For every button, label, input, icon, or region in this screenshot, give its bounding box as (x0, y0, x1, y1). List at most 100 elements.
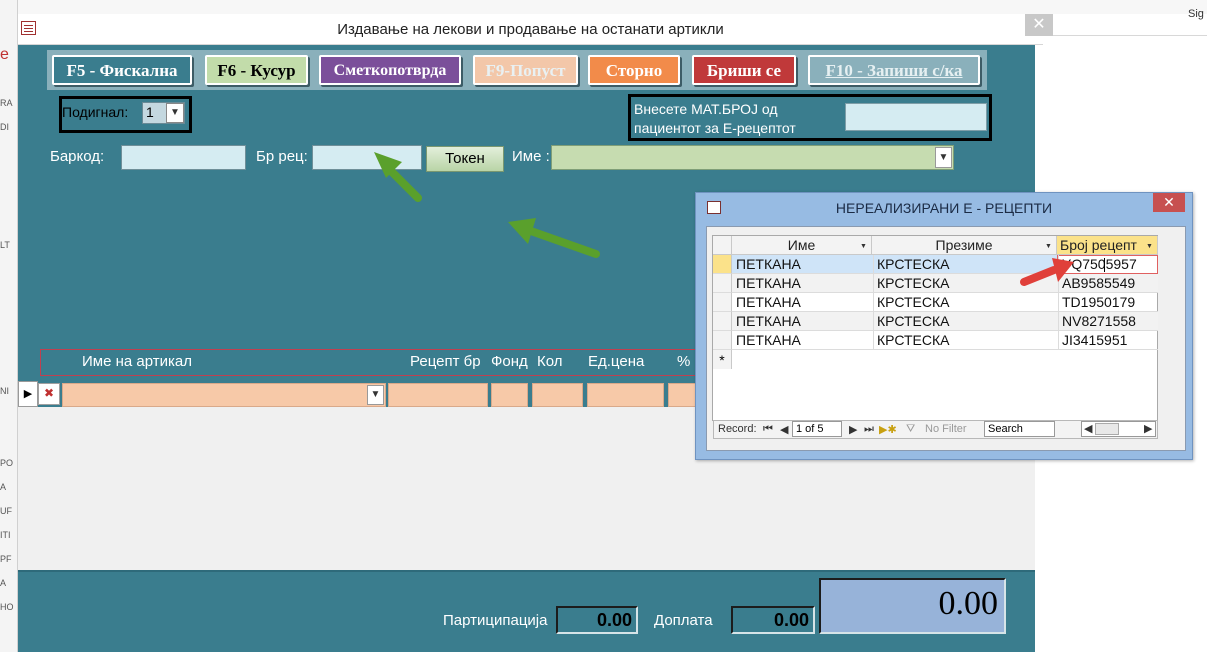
previous-record-icon[interactable]: ◀ (780, 423, 788, 436)
scroll-left-icon[interactable]: ◀ (1084, 422, 1092, 435)
name-combo[interactable] (551, 145, 954, 170)
form-title: Издавање на лекови и продавање на остана… (337, 21, 724, 38)
storno-button[interactable]: Сторно (588, 55, 680, 85)
column-header-prescription: Рецепт бр (410, 353, 481, 370)
doplata-label: Доплата (654, 612, 713, 629)
cell-prezime[interactable]: КРСТЕСКА (873, 293, 1057, 312)
cell-ime[interactable]: ПЕТКАНА (733, 312, 872, 331)
cell-ime[interactable]: ПЕТКАНА (733, 293, 872, 312)
chevron-down-icon[interactable]: ▼ (166, 103, 184, 123)
cell-broj[interactable]: AB9585549 (1058, 274, 1158, 293)
token-button[interactable]: Токен (426, 146, 504, 172)
delete-all-button[interactable]: Бриши се (692, 55, 796, 85)
quantity-cell[interactable] (532, 383, 583, 407)
row-selector[interactable] (713, 312, 732, 331)
discount-button[interactable]: F9-Попуст (473, 55, 578, 85)
invoice-confirm-button[interactable]: Сметкопотврда (319, 55, 461, 85)
prescription-number-label: Бр рец: (256, 148, 308, 165)
row-selector[interactable] (713, 293, 732, 312)
chevron-down-icon[interactable]: ▼ (367, 385, 384, 405)
side-letter: LT (0, 240, 10, 250)
percent-cell[interactable] (668, 383, 698, 407)
unit-price-cell[interactable] (587, 383, 664, 407)
column-header-quantity: Кол (537, 353, 563, 370)
new-record-icon[interactable]: ▶✱ (879, 423, 897, 436)
first-record-icon[interactable]: ⏮ (763, 423, 773, 436)
cell-prezime[interactable]: КРСТЕСКА (873, 255, 1057, 274)
popup-title: НЕРЕАЛИЗИРАНИ Е - РЕЦЕПТИ (835, 200, 1053, 216)
column-header-article-name: Име на артикал (82, 353, 192, 370)
close-icon[interactable]: ✕ (1025, 14, 1053, 36)
side-letter: A (0, 578, 7, 588)
doplata-value: 0.00 (731, 606, 815, 634)
fund-cell[interactable] (491, 383, 528, 407)
barcode-label: Баркод: (50, 148, 105, 165)
last-record-icon[interactable]: ⏭ (864, 423, 874, 436)
side-letter: ITI (0, 530, 11, 540)
cell-broj[interactable]: JI3415951 (1058, 331, 1158, 350)
filter-icon[interactable]: ⛛ (906, 423, 915, 436)
total-value: 0.00 (819, 578, 1006, 634)
column-header-percent: % (677, 353, 691, 370)
side-letter: UF (0, 506, 12, 516)
podignal-label: Подигнал: (62, 104, 129, 120)
side-letter: DI (0, 122, 9, 132)
new-record-row[interactable]: * (713, 350, 732, 369)
participation-value: 0.00 (556, 606, 638, 634)
cell-prezime[interactable]: КРСТЕСКА (873, 312, 1057, 331)
prescription-number-input[interactable] (312, 145, 422, 170)
scrollbar-thumb[interactable] (1095, 423, 1119, 435)
next-record-icon[interactable]: ▶ (849, 423, 857, 436)
background-window-top (0, 0, 1207, 14)
side-letter: PO (0, 458, 14, 468)
save-invoice-button[interactable]: F10 - Запиши с/ка (808, 55, 980, 85)
prescription-cell[interactable] (388, 383, 488, 407)
background-top-right-text: Sig (1188, 8, 1204, 20)
side-letter: RA (0, 98, 13, 108)
scroll-right-icon[interactable]: ▶ (1144, 422, 1152, 435)
change-button[interactable]: F6 - Кусур (205, 55, 308, 85)
participation-label: Партиципација (443, 612, 548, 629)
cell-broj[interactable]: YQ7505957 (1058, 255, 1158, 274)
column-header-prezime[interactable]: Презиме (872, 236, 1057, 255)
side-letter: PF (0, 554, 12, 564)
row-selector[interactable] (713, 331, 732, 350)
fiscal-button[interactable]: F5 - Фискална (52, 55, 192, 85)
record-label: Record: (718, 423, 757, 435)
column-header-broj[interactable]: Број рецепт (1057, 236, 1158, 255)
cell-prezime[interactable]: КРСТЕСКА (873, 331, 1057, 350)
cell-ime[interactable]: ПЕТКАНА (733, 274, 872, 293)
text-caret (1104, 258, 1105, 272)
cell-broj[interactable]: TD1950179 (1058, 293, 1158, 312)
close-icon[interactable]: ✕ (1153, 193, 1185, 212)
name-label: Име : (512, 148, 550, 165)
background-divider (1043, 35, 1207, 36)
row-selector[interactable] (713, 255, 732, 274)
cell-prezime[interactable]: КРСТЕСКА (873, 274, 1057, 293)
row-selector[interactable]: ▶ (18, 381, 38, 407)
mat-input[interactable] (845, 103, 987, 131)
row-selector[interactable] (713, 274, 732, 293)
cell-ime[interactable]: ПЕТКАНА (733, 331, 872, 350)
side-letter: A (0, 482, 7, 492)
delete-row-icon[interactable]: ✖ (38, 383, 60, 405)
datasheet-select-all[interactable] (713, 236, 732, 255)
barcode-input[interactable] (121, 145, 246, 170)
cell-broj[interactable]: NV8271558 (1058, 312, 1158, 331)
side-letter: NI (0, 386, 9, 396)
search-input[interactable]: Search (984, 421, 1055, 437)
form-titlebar: Издавање на лекови и продавање на остана… (18, 14, 1053, 45)
side-letter: HO (0, 602, 14, 612)
record-position-input[interactable]: 1 of 5 (792, 421, 842, 437)
chevron-down-icon[interactable]: ▼ (1146, 243, 1153, 250)
cell-ime[interactable]: ПЕТКАНА (733, 255, 872, 274)
podignal-value: 1 (146, 104, 154, 120)
no-filter-label[interactable]: No Filter (925, 423, 967, 435)
column-header-ime[interactable]: Име (732, 236, 872, 255)
chevron-down-icon[interactable]: ▼ (860, 243, 867, 250)
column-header-unit-price: Ед.цена (588, 353, 645, 370)
article-name-input[interactable] (62, 383, 386, 407)
side-letter: е (0, 46, 9, 63)
chevron-down-icon[interactable]: ▼ (1045, 243, 1052, 250)
chevron-down-icon[interactable]: ▼ (935, 147, 952, 168)
